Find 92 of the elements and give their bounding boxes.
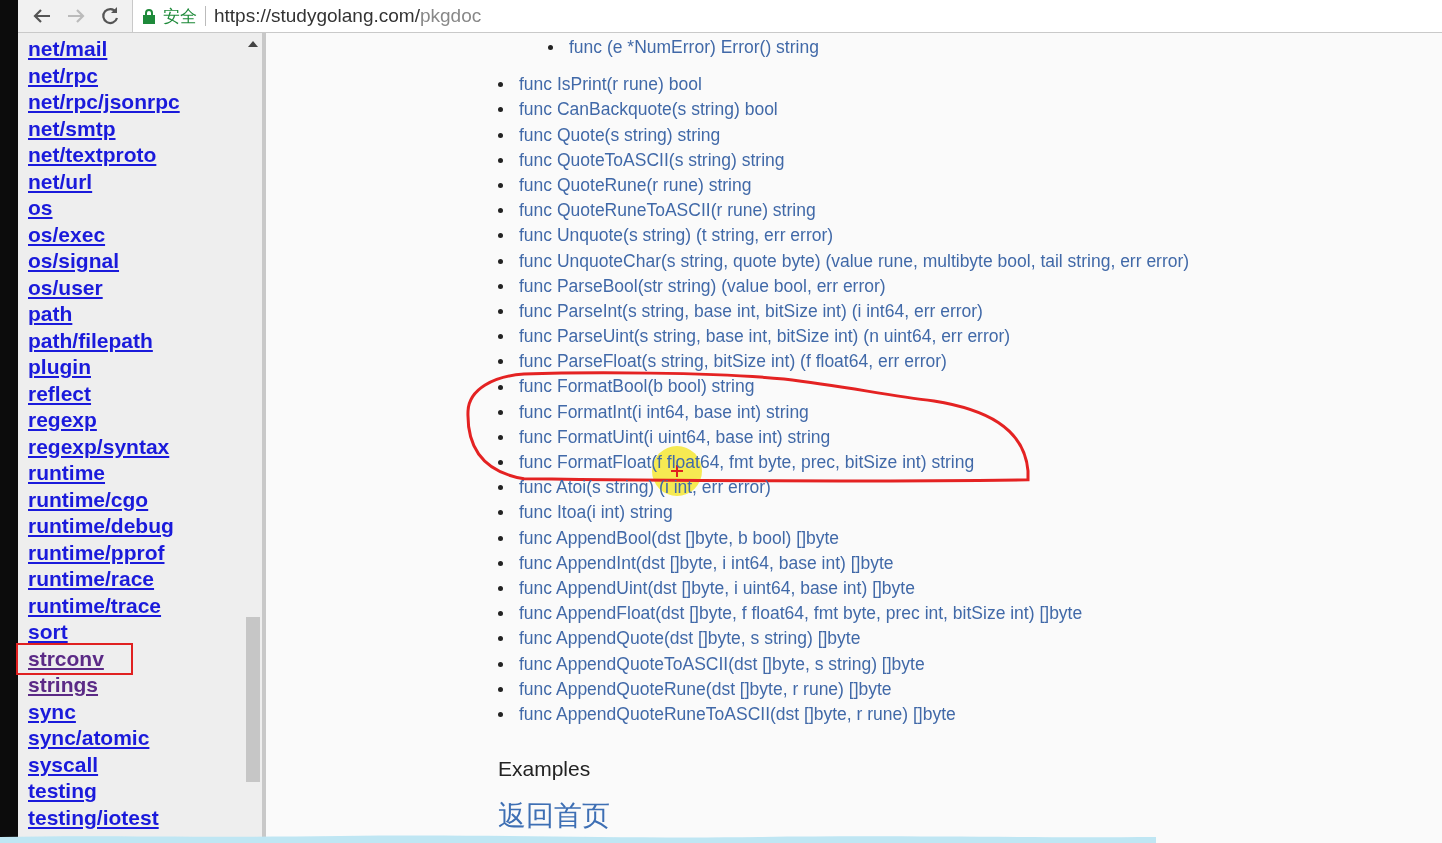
function-link[interactable]: func ParseBool(str string) (value bool, err error) bbox=[519, 273, 886, 299]
package-link[interactable]: runtime bbox=[28, 460, 105, 487]
bullet-icon bbox=[498, 460, 503, 466]
bullet-icon bbox=[498, 308, 503, 314]
package-link[interactable]: regexp bbox=[28, 407, 97, 434]
function-link[interactable]: func Unquote(s string) (t string, err error) bbox=[519, 223, 834, 249]
bullet-icon bbox=[498, 183, 503, 189]
scroll-up-icon[interactable] bbox=[248, 41, 258, 47]
bullet-icon bbox=[498, 434, 503, 440]
package-link[interactable]: strings bbox=[28, 672, 98, 699]
bullet-icon bbox=[498, 359, 503, 365]
examples-heading: Examples bbox=[498, 757, 592, 782]
function-link[interactable]: func AppendFloat(dst []byte, f float64, fmt byte, prec int, bitSize int) []byte bbox=[519, 601, 1083, 627]
bullet-icon bbox=[498, 132, 503, 138]
function-link[interactable]: func Quote(s string) string bbox=[519, 122, 721, 148]
bullet-icon bbox=[498, 82, 503, 88]
bullet-icon bbox=[498, 208, 503, 214]
bullet-icon bbox=[498, 611, 503, 617]
lock-icon bbox=[143, 8, 155, 24]
bullet-icon bbox=[498, 636, 503, 642]
function-link[interactable]: func FormatInt(i int64, base int) string bbox=[519, 399, 809, 425]
function-link[interactable]: func ParseUint(s string, base int, bitSize int) (n uint64, err error) bbox=[519, 324, 1011, 350]
package-link[interactable]: reflect bbox=[28, 380, 92, 407]
package-link[interactable]: net/rpc bbox=[28, 62, 98, 89]
reload-icon bbox=[100, 6, 120, 26]
bullet-icon bbox=[498, 384, 503, 390]
package-link[interactable]: sync/atomic bbox=[28, 725, 150, 752]
function-link[interactable]: func AppendInt(dst []byte, i int64, base int) []byte bbox=[519, 550, 894, 576]
package-link[interactable]: runtime/trace bbox=[28, 592, 162, 619]
package-link[interactable]: runtime/race bbox=[28, 566, 155, 593]
package-link[interactable]: os/signal bbox=[28, 248, 120, 275]
package-link[interactable]: testing bbox=[28, 778, 97, 805]
bullet-icon bbox=[498, 485, 503, 491]
package-link[interactable]: os bbox=[28, 195, 53, 222]
function-link[interactable]: func AppendQuoteToASCII(dst []byte, s string) []byte bbox=[519, 651, 925, 677]
home-link[interactable]: 返回首页 bbox=[498, 801, 610, 832]
function-link[interactable]: func FormatBool(b bool) string bbox=[519, 374, 755, 400]
function-link[interactable]: func Itoa(i int) string bbox=[519, 500, 673, 526]
package-link[interactable]: runtime/cgo bbox=[28, 486, 149, 513]
function-link[interactable]: func (e *NumError) Error() string bbox=[569, 35, 819, 61]
function-link[interactable]: func Atoi(s string) (i int, err error) bbox=[519, 475, 771, 501]
package-link[interactable]: net/rpc/jsonrpc bbox=[28, 89, 180, 116]
package-link[interactable]: net/url bbox=[28, 168, 93, 195]
bullet-icon bbox=[498, 560, 503, 566]
package-link[interactable]: syscall bbox=[28, 751, 99, 778]
bullet-icon bbox=[498, 107, 503, 113]
function-link[interactable]: func AppendUint(dst []byte, i uint64, base int) []byte bbox=[519, 575, 915, 602]
bullet-icon bbox=[498, 510, 503, 516]
function-link[interactable]: func AppendQuote(dst []byte, s string) []byte bbox=[519, 626, 861, 652]
package-link[interactable]: net/mail bbox=[28, 36, 108, 63]
address-bar[interactable]: 安全 https://studygolang.com/pkgdoc bbox=[132, 0, 1442, 32]
url-text: https://studygolang.com/pkgdoc bbox=[214, 5, 482, 27]
bullet-icon bbox=[498, 334, 503, 340]
bullet-icon bbox=[498, 258, 503, 264]
function-link[interactable]: func AppendQuoteRune(dst []byte, r rune) []byte bbox=[519, 676, 892, 702]
function-link[interactable]: func ParseInt(s string, base int, bitSize int) (i int64, err error) bbox=[519, 298, 983, 325]
function-link[interactable]: func CanBackquote(s string) bool bbox=[519, 97, 778, 123]
package-link[interactable]: plugin bbox=[28, 354, 91, 381]
function-link[interactable]: func FormatUint(i uint64, base int) string bbox=[519, 424, 831, 450]
package-link[interactable]: os/exec bbox=[28, 221, 106, 248]
bullet-icon bbox=[498, 233, 503, 239]
package-link[interactable]: path bbox=[28, 301, 73, 328]
bullet-icon bbox=[498, 283, 503, 289]
bullet-icon bbox=[498, 409, 503, 415]
bullet-icon bbox=[548, 45, 553, 51]
function-link[interactable]: func UnquoteChar(s string, quote byte) (value rune, multibyte bool, tail string, err error) bbox=[519, 248, 1190, 274]
function-link[interactable]: func QuoteToASCII(s string) string bbox=[519, 147, 785, 173]
package-link[interactable]: runtime/debug bbox=[28, 513, 174, 540]
bullet-icon bbox=[498, 157, 503, 163]
function-link[interactable]: func QuoteRune(r rune) string bbox=[519, 172, 752, 199]
function-link[interactable]: func IsPrint(r rune) bool bbox=[519, 72, 702, 98]
bullet-icon bbox=[498, 661, 503, 667]
package-link[interactable]: sort bbox=[28, 619, 68, 646]
function-link[interactable]: func AppendBool(dst []byte, b bool) []byte bbox=[519, 525, 840, 551]
package-link[interactable]: regexp/syntax bbox=[28, 433, 170, 460]
package-link[interactable]: testing/iotest bbox=[28, 804, 159, 831]
bullet-icon bbox=[498, 711, 503, 717]
package-link[interactable]: os/user bbox=[28, 274, 103, 301]
package-link[interactable]: strconv bbox=[19, 645, 130, 672]
scrollbar-thumb[interactable] bbox=[246, 617, 260, 782]
function-link[interactable]: func QuoteRuneToASCII(r rune) string bbox=[519, 198, 816, 224]
secure-label: 安全 bbox=[163, 5, 197, 28]
bullet-icon bbox=[498, 686, 503, 692]
function-link[interactable]: func ParseFloat(s string, bitSize int) (f float64, err error) bbox=[519, 349, 947, 375]
package-link[interactable]: path/filepath bbox=[28, 327, 153, 354]
package-link[interactable]: net/textproto bbox=[28, 142, 157, 169]
package-link[interactable]: sync bbox=[28, 698, 76, 725]
function-link[interactable]: func AppendQuoteRuneToASCII(dst []byte, r rune) []byte bbox=[519, 701, 956, 728]
bullet-icon bbox=[498, 586, 503, 592]
package-link[interactable]: net/smtp bbox=[28, 115, 116, 142]
bullet-icon bbox=[498, 535, 503, 541]
package-link[interactable]: runtime/pprof bbox=[28, 539, 165, 566]
